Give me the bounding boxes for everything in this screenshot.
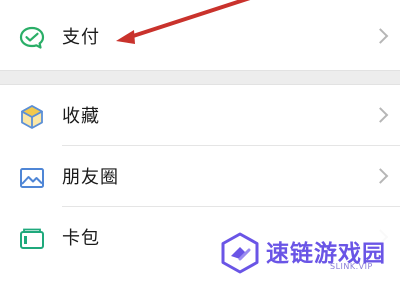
favorites-cube-icon bbox=[21, 105, 43, 129]
menu-item-payment-label: 支付 bbox=[62, 27, 100, 48]
watermark-subtitle: SLINK.VIP bbox=[330, 262, 373, 271]
chevron-right-icon bbox=[372, 168, 389, 184]
settings-group-payment: 支付 bbox=[0, 0, 400, 71]
menu-item-moments[interactable]: 朋友圈 bbox=[0, 146, 400, 206]
card-wallet-icon bbox=[20, 228, 44, 249]
chevron-right-icon bbox=[372, 107, 389, 123]
menu-item-favorites-label: 收藏 bbox=[62, 106, 100, 127]
payment-icon bbox=[19, 26, 45, 49]
watermark-logo-icon bbox=[221, 232, 259, 274]
chevron-right-icon bbox=[372, 28, 389, 44]
menu-item-payment[interactable]: 支付 bbox=[0, 6, 400, 66]
watermark: 速链游戏园 SLINK.VIP bbox=[212, 226, 400, 280]
menu-item-cards-label: 卡包 bbox=[62, 228, 100, 249]
moments-image-icon bbox=[20, 168, 44, 188]
menu-item-moments-label: 朋友圈 bbox=[62, 167, 119, 188]
menu-item-favorites[interactable]: 收藏 bbox=[0, 85, 400, 145]
